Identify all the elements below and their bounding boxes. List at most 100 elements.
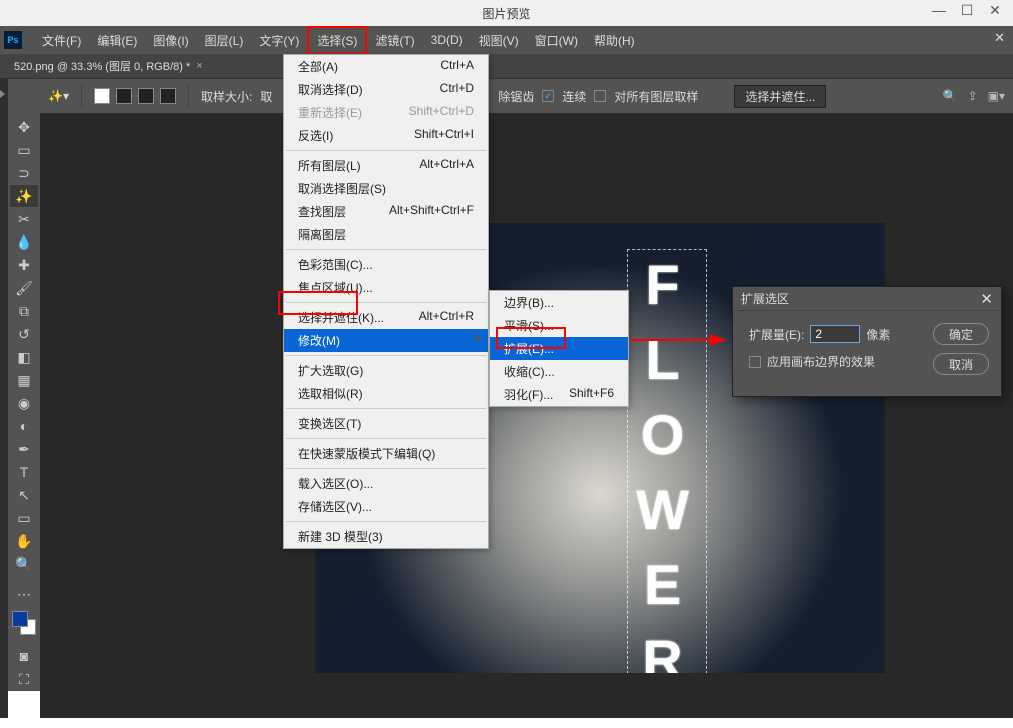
expand-unit-label: 像素 [866,326,890,343]
color-swatch[interactable] [10,611,38,639]
minimize-icon[interactable]: — [925,0,953,20]
eraser-tool[interactable]: ◧ [10,346,38,368]
quickmask-icon[interactable]: ◙ [10,645,38,667]
share-icon[interactable]: ⇪ [968,89,978,103]
antialias-label: 除锯齿 [498,88,534,105]
contiguous-label: 连续 [562,88,586,105]
menu-3d[interactable]: 3D(D) [423,29,471,51]
menu-new-3d[interactable]: 新建 3D 模型(3) [284,525,488,548]
panel-collapse-strip[interactable] [0,78,8,718]
expand-amount-input[interactable] [810,325,860,343]
canvas-area[interactable]: FLOWERS [40,113,1013,718]
gradient-tool[interactable]: ▦ [10,369,38,391]
apply-canvas-label: 应用画布边界的效果 [767,353,875,370]
magic-wand-tool[interactable]: ✨ [10,185,38,207]
selection-new-icon[interactable] [94,88,110,104]
options-bar: ✨▾ 取样大小: 取 除锯齿 连续 对所有图层取样 选择并遮住... 🔍 ⇪ ▣… [0,78,1013,114]
screenmode-icon[interactable]: ⛶ [10,668,38,690]
tab-close-icon[interactable]: × [196,60,202,72]
menu-view[interactable]: 视图(V) [471,28,527,53]
shape-tool[interactable]: ▭ [10,507,38,529]
document-tab-label: 520.png @ 33.3% (图层 0, RGB/8) * [14,58,190,74]
sample-size-label: 取样大小: [201,88,252,105]
dialog-close-icon[interactable]: ✕ [980,290,993,308]
menu-load-selection[interactable]: 载入选区(O)... [284,472,488,495]
menu-isolate-layers[interactable]: 隔离图层 [284,223,488,246]
sample-size-value[interactable]: 取 [260,88,272,105]
tools-panel: ✥ ▭ ⊃ ✨ ✂ 💧 ✚ 🖌 ⧉ ↺ ◧ ▦ ◉ ◐ ✒ T ↖ ▭ ✋ 🔍 … [8,113,40,691]
menu-save-selection[interactable]: 存储选区(V)... [284,495,488,518]
menu-edit[interactable]: 编辑(E) [89,28,145,53]
annotation-red-box-expand [496,327,566,349]
type-tool[interactable]: T [10,461,38,483]
annotation-red-arrow [630,330,730,355]
pen-tool[interactable]: ✒ [10,438,38,460]
submenu-contract[interactable]: 收缩(C)... [490,360,628,383]
divider [188,85,189,107]
healing-tool[interactable]: ✚ [10,254,38,276]
lasso-tool[interactable]: ⊃ [10,162,38,184]
contiguous-checkbox[interactable] [542,90,554,102]
close-icon[interactable]: ✕ [981,0,1009,20]
menu-all-layers[interactable]: 所有图层(L)Alt+Ctrl+A [284,154,488,177]
submenu-border[interactable]: 边界(B)... [490,291,628,314]
menu-color-range[interactable]: 色彩范围(C)... [284,253,488,276]
menu-filter[interactable]: 滤镜(T) [367,28,422,53]
document-tab[interactable]: 520.png @ 33.3% (图层 0, RGB/8) * × [6,54,211,78]
menu-transform-selection[interactable]: 变换选区(T) [284,412,488,435]
brush-tool[interactable]: 🖌 [10,277,38,299]
dodge-tool[interactable]: ◐ [10,415,38,437]
window-title: 图片预览 [482,5,530,22]
more-tools-icon[interactable]: ⋯ [10,583,38,605]
menu-modify[interactable]: 修改(M) [284,329,488,352]
apply-canvas-checkbox[interactable] [749,356,761,368]
zoom-tool[interactable]: 🔍 [10,553,38,575]
ps-logo-icon: Ps [4,31,22,49]
selection-subtract-icon[interactable] [138,88,154,104]
panel-close-icon[interactable]: ✕ [994,30,1005,46]
menu-find-layers[interactable]: 查找图层Alt+Shift+Ctrl+F [284,200,488,223]
move-tool[interactable]: ✥ [10,116,38,138]
annotation-red-box-modify [278,291,358,315]
menu-inverse[interactable]: 反选(I)Shift+Ctrl+I [284,124,488,147]
menu-select[interactable]: 选择(S) [307,26,367,55]
menu-layer[interactable]: 图层(L) [197,28,252,53]
menu-file[interactable]: 文件(F) [34,28,89,53]
menu-window[interactable]: 窗口(W) [527,28,586,53]
menu-text[interactable]: 文字(Y) [251,28,307,53]
marquee-tool[interactable]: ▭ [10,139,38,161]
maximize-icon[interactable]: ☐ [953,0,981,20]
selection-add-icon[interactable] [116,88,132,104]
stamp-tool[interactable]: ⧉ [10,300,38,322]
selection-intersect-icon[interactable] [160,88,176,104]
menu-similar[interactable]: 选取相似(R) [284,382,488,405]
menubar: Ps 文件(F) 编辑(E) 图像(I) 图层(L) 文字(Y) 选择(S) 滤… [0,26,1013,54]
expand-amount-label: 扩展量(E): [749,326,804,343]
menu-image[interactable]: 图像(I) [145,28,196,53]
menu-select-all[interactable]: 全部(A)Ctrl+A [284,55,488,78]
blur-tool[interactable]: ◉ [10,392,38,414]
dialog-ok-button[interactable]: 确定 [933,323,989,345]
dialog-cancel-button[interactable]: 取消 [933,353,989,375]
search-icon[interactable]: 🔍 [943,89,958,103]
all-layers-checkbox[interactable] [594,90,606,102]
expand-selection-dialog: 扩展选区 ✕ 扩展量(E): 像素 应用画布边界的效果 确定 取消 [732,286,1002,397]
workspace-icon[interactable]: ▣▾ [988,89,1005,103]
select-mask-button[interactable]: 选择并遮住... [734,85,826,108]
fg-color[interactable] [12,611,28,627]
menu-deselect[interactable]: 取消选择(D)Ctrl+D [284,78,488,101]
hand-tool[interactable]: ✋ [10,530,38,552]
select-menu-dropdown: 全部(A)Ctrl+A 取消选择(D)Ctrl+D 重新选择(E)Shift+C… [283,54,489,549]
modify-submenu: 边界(B)... 平滑(S)... 扩展(E)... 收缩(C)... 羽化(F… [489,290,629,407]
history-brush-tool[interactable]: ↺ [10,323,38,345]
menu-quick-mask[interactable]: 在快速蒙版模式下编辑(Q) [284,442,488,465]
path-tool[interactable]: ↖ [10,484,38,506]
magic-wand-icon: ✨▾ [48,89,69,103]
eyedropper-tool[interactable]: 💧 [10,231,38,253]
crop-tool[interactable]: ✂ [10,208,38,230]
menu-deselect-layers[interactable]: 取消选择图层(S) [284,177,488,200]
menu-grow[interactable]: 扩大选取(G) [284,359,488,382]
menu-help[interactable]: 帮助(H) [586,28,643,53]
submenu-feather[interactable]: 羽化(F)...Shift+F6 [490,383,628,406]
selection-marquee [627,249,707,673]
